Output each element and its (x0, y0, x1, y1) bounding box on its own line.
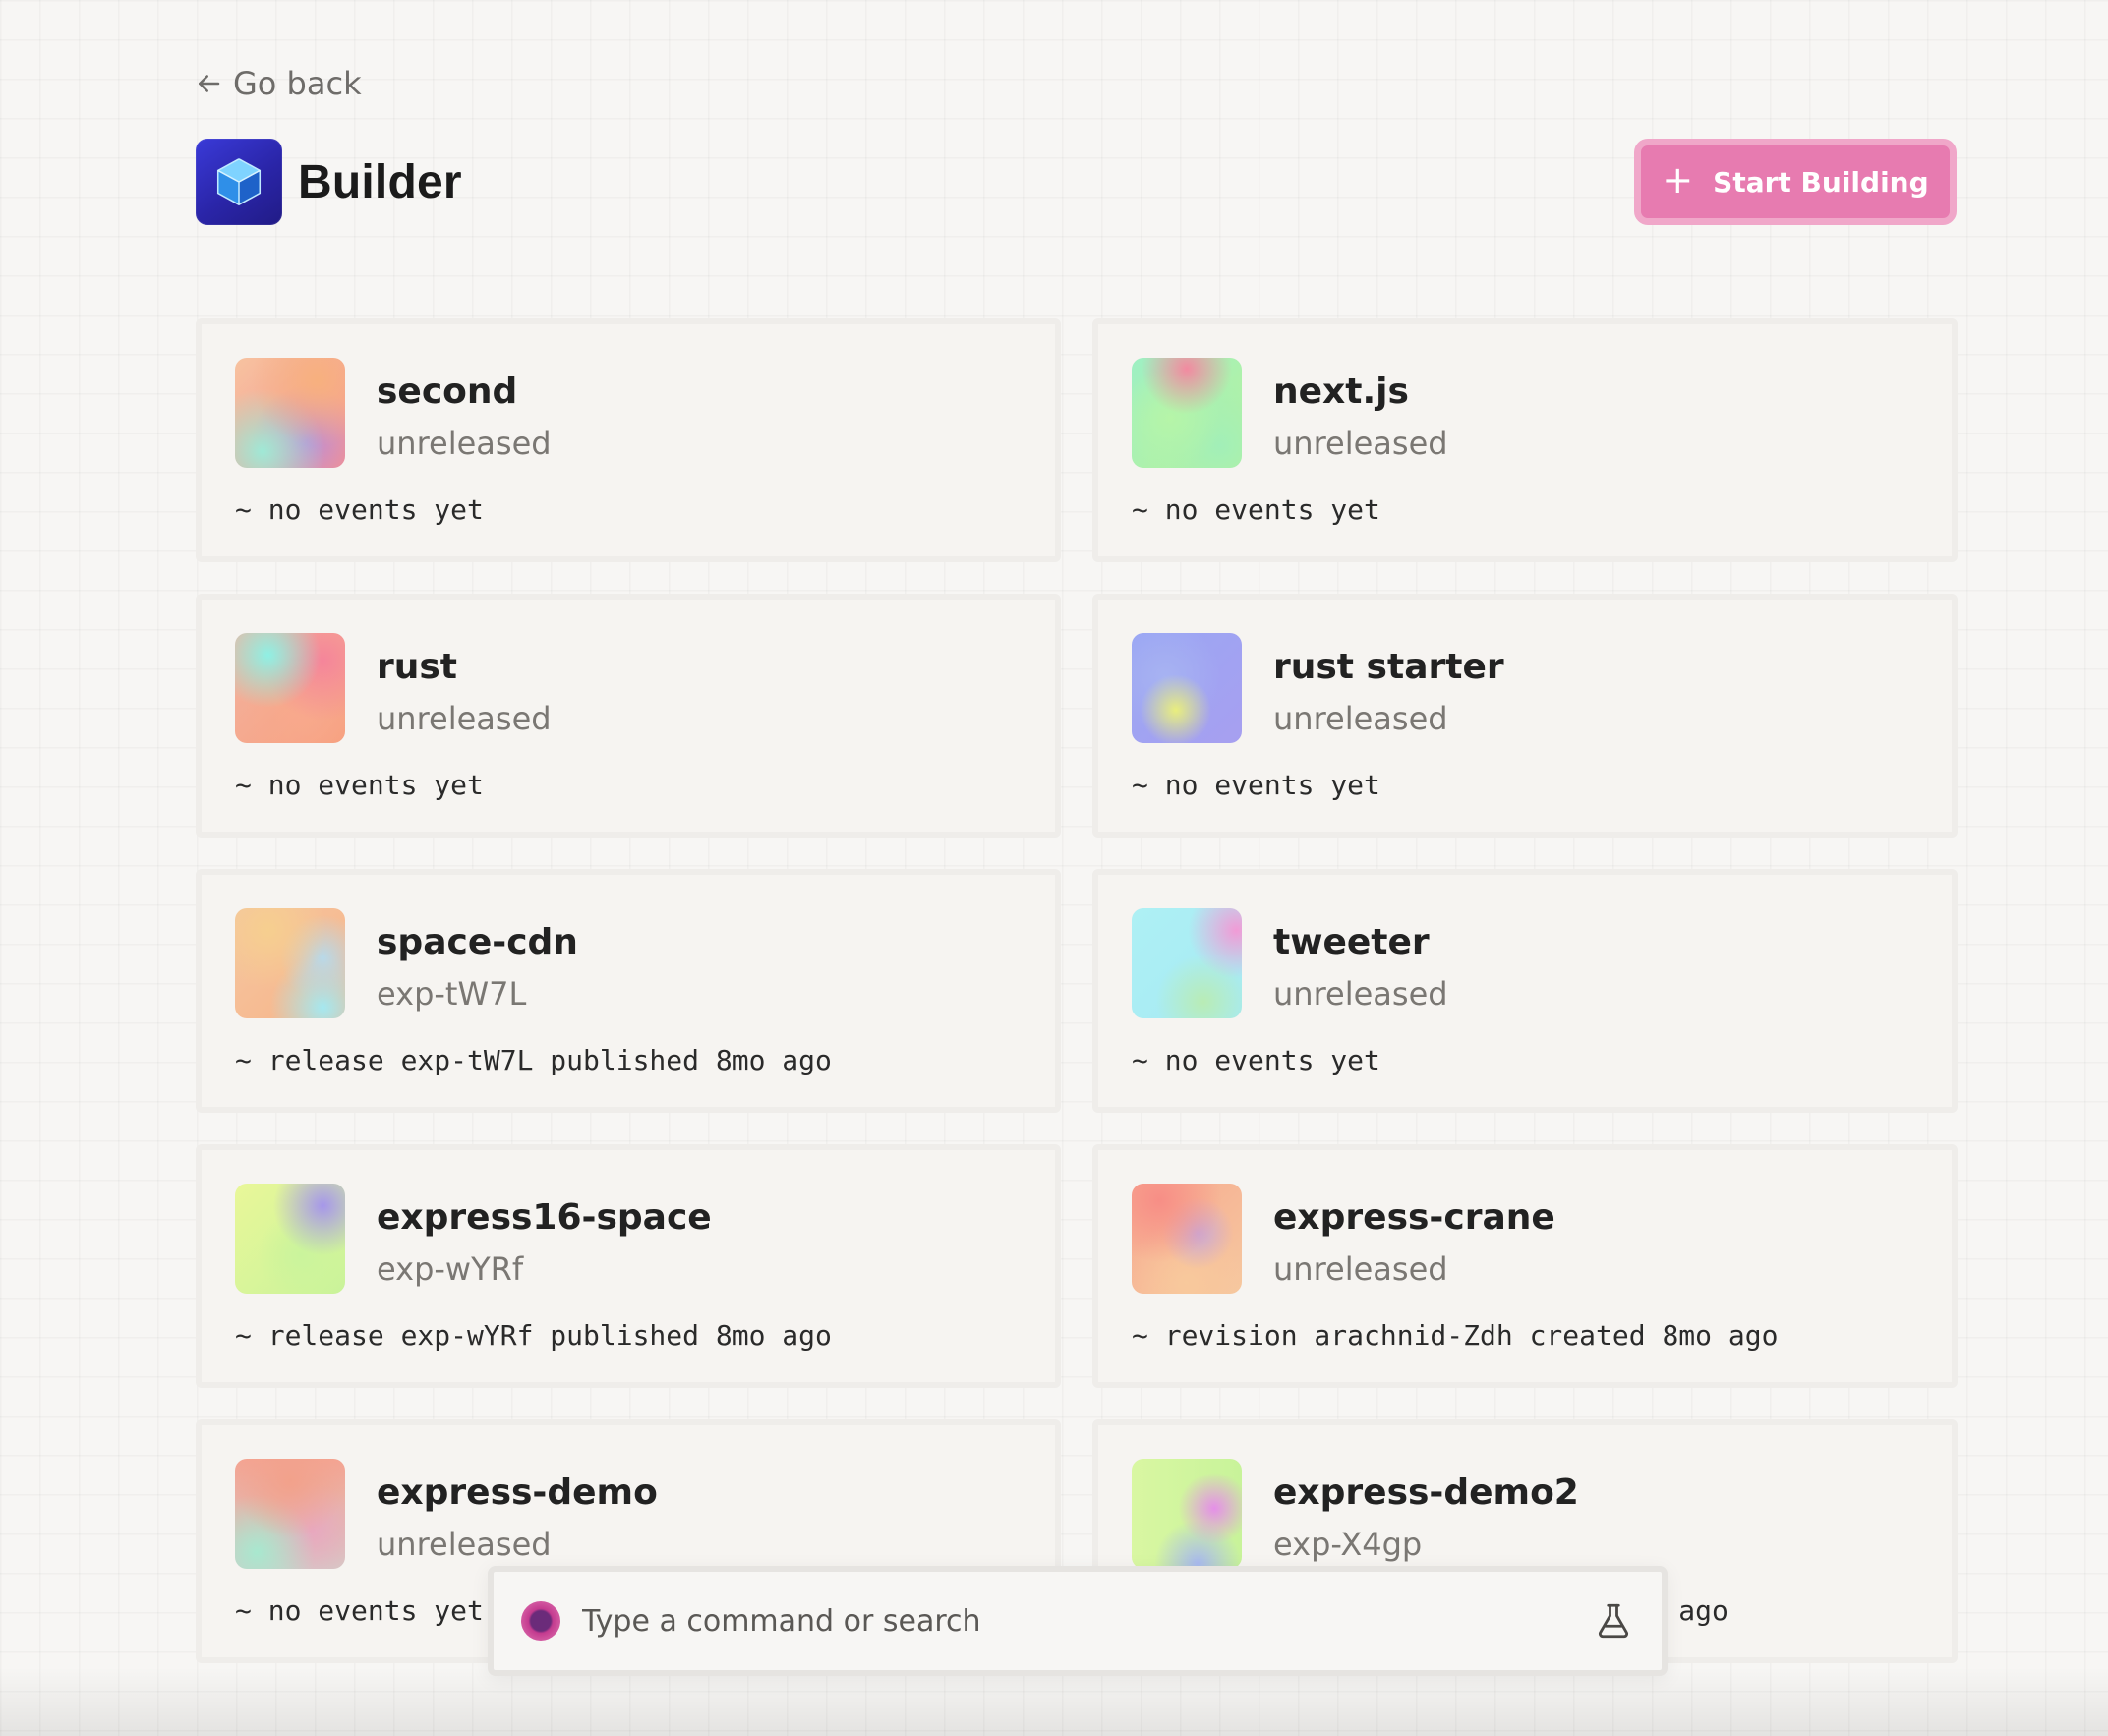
app-last-event: ~ no events yet (235, 493, 484, 526)
app-card[interactable]: second unreleased ~ no events yet (196, 318, 1061, 562)
builder-app-icon (196, 139, 282, 225)
app-thumbnail (1132, 633, 1242, 743)
app-last-event: ~ no events yet (1132, 769, 1380, 801)
app-name: rust starter (1273, 647, 1504, 687)
app-name: next.js (1273, 372, 1409, 412)
brand: Builder (196, 139, 462, 225)
app-thumbnail (235, 908, 345, 1018)
app-status: exp-tW7L (377, 975, 527, 1013)
start-building-button[interactable]: + Start Building (1634, 139, 1957, 225)
command-bar (488, 1566, 1668, 1676)
app-last-event: ~ no events yet (1132, 1044, 1380, 1076)
app-status: unreleased (1273, 975, 1448, 1013)
app-thumbnail (235, 633, 345, 743)
app-status: exp-X4gp (1273, 1526, 1423, 1563)
bottom-fade (0, 1667, 2108, 1736)
app-card[interactable]: tweeter unreleased ~ no events yet (1092, 869, 1958, 1113)
app-thumbnail (235, 358, 345, 468)
app-thumbnail (1132, 1184, 1242, 1294)
app-card[interactable]: next.js unreleased ~ no events yet (1092, 318, 1958, 562)
app-thumbnail (235, 1459, 345, 1569)
plus-icon: + (1662, 158, 1694, 202)
app-last-event: ~ release exp-wYRf published 8mo ago (235, 1319, 832, 1352)
app-name: express-crane (1273, 1197, 1555, 1238)
app-status: unreleased (377, 1526, 552, 1563)
app-grid: second unreleased ~ no events yet next.js un… (196, 318, 1958, 1663)
cube-icon (216, 158, 262, 206)
app-name: express16-space (377, 1197, 712, 1238)
app-name: space-cdn (377, 922, 578, 962)
start-building-label: Start Building (1713, 165, 1929, 199)
app-last-event: ~ no events yet (235, 769, 484, 801)
app-name: second (377, 372, 518, 412)
app-name: express-demo2 (1273, 1473, 1579, 1513)
app-thumbnail (1132, 1459, 1242, 1569)
app-last-event: ~ release exp-tW7L published 8mo ago (235, 1044, 832, 1076)
app-name: tweeter (1273, 922, 1430, 962)
app-status: unreleased (377, 700, 552, 737)
app-status: unreleased (1273, 425, 1448, 462)
app-last-event: ~ no events yet (1132, 493, 1380, 526)
arrow-left-icon (199, 75, 220, 92)
app-status: unreleased (1273, 700, 1448, 737)
page-title: Builder (298, 155, 462, 208)
flask-icon[interactable] (1593, 1600, 1634, 1642)
app-status: unreleased (377, 425, 552, 462)
app-card[interactable]: express-crane unreleased ~ revision arachn… (1092, 1144, 1958, 1388)
app-status: exp-wYRf (377, 1250, 524, 1288)
app-name: rust (377, 647, 458, 687)
page-header: Builder + Start Building (196, 138, 1957, 226)
go-back-label: Go back (233, 65, 362, 102)
app-thumbnail (235, 1184, 345, 1294)
app-last-event: ~ revision arachnid-Zdh created 8mo ago (1132, 1319, 1779, 1352)
app-name: express-demo (377, 1473, 658, 1513)
app-card[interactable]: rust starter unreleased ~ no events yet (1092, 594, 1958, 838)
assistant-orb-icon (521, 1601, 560, 1641)
app-thumbnail (1132, 908, 1242, 1018)
app-last-event: ~ no events yet (235, 1594, 484, 1627)
go-back-link[interactable]: Go back (194, 65, 362, 102)
app-status: unreleased (1273, 1250, 1448, 1288)
app-card[interactable]: space-cdn exp-tW7L ~ release exp-tW7L publ… (196, 869, 1061, 1113)
app-card[interactable]: rust unreleased ~ no events yet (196, 594, 1061, 838)
app-card[interactable]: express16-space exp-wYRf ~ release exp-wYR… (196, 1144, 1061, 1388)
app-thumbnail (1132, 358, 1242, 468)
command-search-input[interactable] (580, 1591, 1593, 1651)
